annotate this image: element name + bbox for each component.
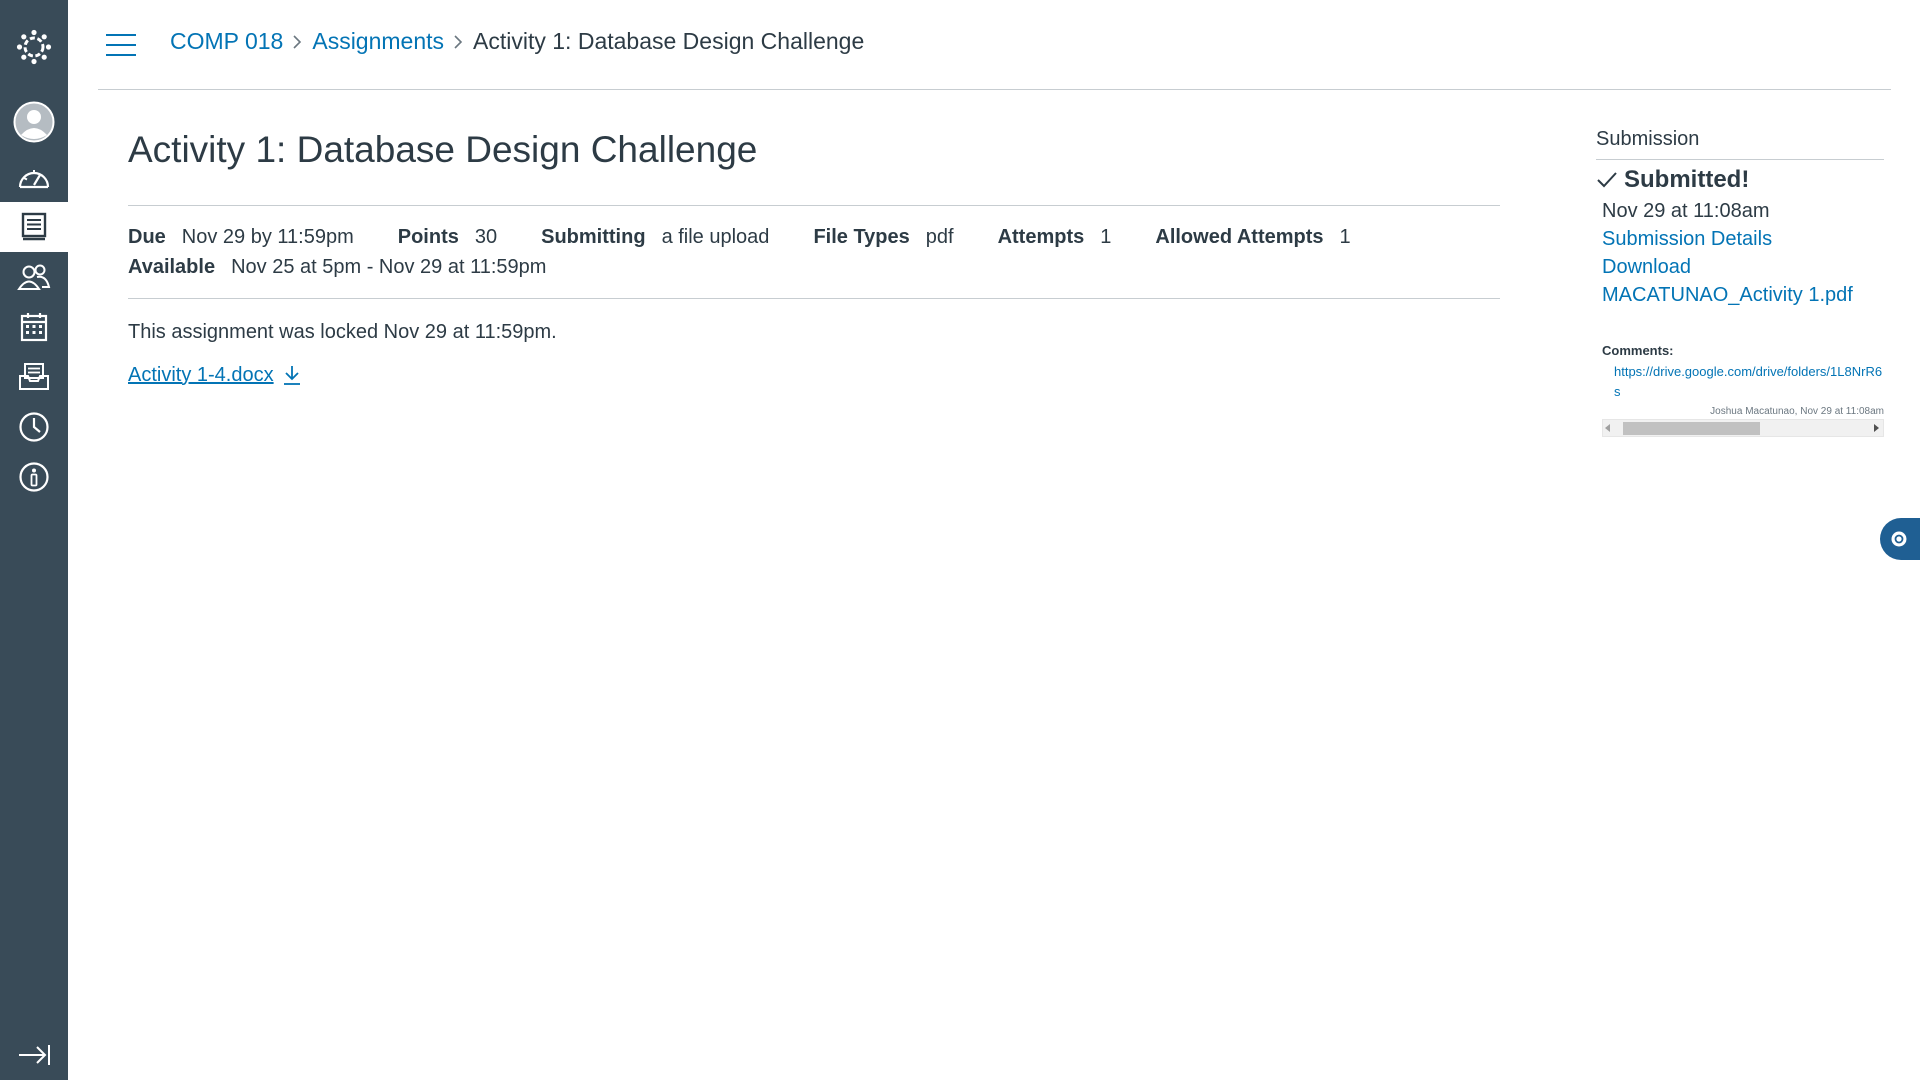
breadcrumb-assignments-link[interactable]: Assignments — [312, 28, 444, 55]
attachment-link[interactable]: Activity 1-4.docx — [128, 364, 274, 387]
file-types-value: pdf — [925, 225, 954, 248]
submitting-label: Submitting — [541, 225, 646, 248]
points-value: 30 — [474, 225, 498, 248]
page-header: COMP 018 Assignments Activity 1: Databas… — [98, 0, 1891, 90]
allowed-attempts-value: 1 — [1339, 225, 1351, 248]
attempts-value: 1 — [1100, 225, 1112, 248]
info-icon[interactable] — [0, 452, 68, 502]
file-types-label: File Types — [813, 225, 910, 248]
submitting-value: a file upload — [661, 225, 770, 248]
breadcrumb: COMP 018 Assignments Activity 1: Databas… — [170, 28, 864, 55]
chevron-right-icon — [293, 34, 302, 49]
collapse-arrow-icon[interactable] — [0, 1030, 68, 1080]
comments-section: Comments: https://drive.google.com/drive… — [1602, 343, 1884, 437]
comments-scrollbar[interactable] — [1602, 419, 1884, 437]
user-avatar-icon[interactable] — [0, 97, 68, 147]
global-nav — [0, 0, 68, 1080]
due-label: Due — [128, 225, 166, 248]
submission-sidebar: Submission Submitted! Nov 29 at 11:08am … — [1596, 128, 1884, 437]
assignment-details: Due Nov 29 by 11:59pm Points 30 Submitti… — [128, 204, 1500, 299]
submission-date: Nov 29 at 11:08am — [1602, 200, 1770, 222]
download-link[interactable]: Download — [1602, 256, 1884, 279]
points-label: Points — [397, 225, 459, 248]
book-icon[interactable] — [0, 202, 68, 252]
canvas-logo-icon[interactable] — [0, 22, 68, 72]
available-label: Available — [128, 255, 216, 278]
page-title: Activity 1: Database Design Challenge — [128, 129, 758, 170]
download-icon[interactable] — [282, 364, 302, 386]
hamburger-menu-icon[interactable] — [106, 34, 136, 56]
comments-label: Comments: — [1602, 343, 1674, 358]
clock-icon[interactable] — [0, 402, 68, 452]
dashboard-gauge-icon[interactable] — [0, 152, 68, 202]
available-value: Nov 25 at 5pm - Nov 29 at 11:59pm — [231, 255, 547, 278]
breadcrumb-course-link[interactable]: COMP 018 — [170, 28, 283, 55]
comment-link[interactable]: https://drive.google.com/drive/folders/1… — [1602, 362, 1884, 402]
submission-status-text: Submitted! — [1624, 166, 1750, 193]
chat-bubble-icon — [1891, 531, 1907, 547]
scroll-right-arrow-icon[interactable] — [1874, 424, 1879, 432]
due-value: Nov 29 by 11:59pm — [181, 225, 354, 248]
attempts-label: Attempts — [997, 225, 1085, 248]
assignment-content: Activity 1: Database Design Challenge Du… — [128, 129, 1500, 387]
locked-message: This assignment was locked Nov 29 at 11:… — [128, 320, 557, 343]
allowed-attempts-label: Allowed Attempts — [1155, 225, 1324, 248]
comment-author: Joshua Macatunao, Nov 29 at 11:08am — [1710, 406, 1884, 417]
groups-icon[interactable] — [0, 252, 68, 302]
submission-details-link[interactable]: Submission Details — [1602, 228, 1884, 251]
submission-heading: Submission — [1596, 128, 1884, 160]
submission-status: Submitted! — [1596, 166, 1884, 194]
scroll-thumb[interactable] — [1623, 422, 1760, 435]
scroll-left-arrow-icon[interactable] — [1605, 424, 1610, 432]
attachment: Activity 1-4.docx — [128, 364, 1500, 387]
chevron-right-icon — [454, 34, 463, 49]
inbox-icon[interactable] — [0, 352, 68, 402]
submitted-file-link[interactable]: MACATUNAO_Activity 1.pdf — [1602, 284, 1884, 307]
calendar-icon[interactable] — [0, 302, 68, 352]
chat-widget-button[interactable] — [1880, 518, 1920, 560]
checkmark-icon — [1597, 172, 1617, 188]
breadcrumb-current: Activity 1: Database Design Challenge — [473, 28, 865, 54]
